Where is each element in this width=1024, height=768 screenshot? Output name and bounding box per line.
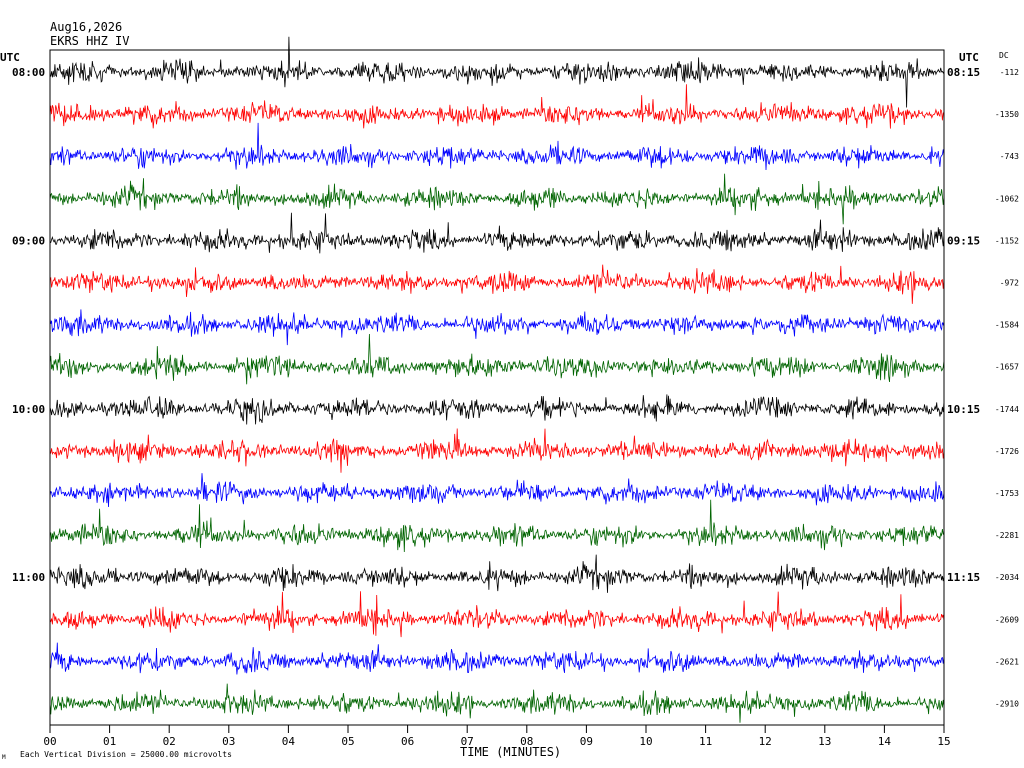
left-hour-label: 08:00 — [12, 66, 45, 79]
dc-offset-label: -1744 — [995, 405, 1019, 414]
x-tick-label: 05 — [341, 735, 354, 748]
dc-offset-label: -1753 — [995, 489, 1019, 498]
dc-offset-label: -972 — [1000, 279, 1019, 288]
dc-offset-label: -112 — [1000, 68, 1019, 77]
x-tick-label: 01 — [103, 735, 116, 748]
dc-offset-label: -2281 — [995, 531, 1019, 540]
dc-header-label: DC — [999, 51, 1009, 60]
trace-line — [49, 173, 945, 225]
x-tick-label: 15 — [937, 735, 950, 748]
trace-line — [49, 591, 945, 638]
trace-line — [49, 309, 945, 346]
dc-offset-label: -1726 — [995, 447, 1019, 456]
utc-left-label: UTC — [0, 51, 20, 64]
seismic-traces — [49, 36, 945, 723]
right-hour-label: 09:15 — [947, 234, 980, 247]
dc-offset-label: -2609 — [995, 615, 1019, 624]
corner-mark: M — [2, 754, 6, 761]
x-tick-label: 02 — [163, 735, 176, 748]
plot-frame — [49, 49, 945, 726]
trace-line — [49, 394, 945, 425]
utc-right-label: UTC — [959, 51, 979, 64]
x-tick-label: 04 — [282, 735, 296, 748]
dc-offset-label: -2621 — [995, 657, 1019, 666]
trace-line — [49, 84, 945, 129]
right-hour-label: 10:15 — [947, 403, 980, 416]
left-hour-label: 09:00 — [12, 234, 45, 247]
dc-offset-label: -743 — [1000, 152, 1019, 161]
right-hour-label: 08:15 — [947, 66, 980, 79]
trace-line — [49, 554, 945, 593]
right-hour-label: 11:15 — [947, 571, 980, 584]
dc-offset-label: -1584 — [995, 321, 1019, 330]
dc-offset-label: -1062 — [995, 194, 1019, 203]
x-tick-label: 12 — [759, 735, 772, 748]
dc-offset-label: -1350 — [995, 110, 1019, 119]
x-tick-label: 13 — [818, 735, 831, 748]
dc-offset-label: -2910 — [995, 700, 1019, 709]
x-tick-label: 10 — [639, 735, 652, 748]
trace-line — [49, 333, 945, 385]
right-hour-labels: 08:15 09:15 10:15 11:15 — [947, 66, 980, 584]
left-hour-label: 11:00 — [12, 571, 45, 584]
trace-line — [49, 642, 945, 675]
dc-offset-label: -2034 — [995, 573, 1019, 582]
trace-line — [49, 36, 945, 108]
helicorder-plot: Aug16,2026 EKRS HHZ IV UTC UTC DC 08:000… — [0, 20, 1019, 761]
trace-line — [49, 473, 945, 508]
x-tick-label: 11 — [699, 735, 712, 748]
x-axis-title: TIME (MINUTES) — [460, 745, 561, 759]
dc-offset-label: -1152 — [995, 236, 1019, 245]
station-label: EKRS HHZ IV — [50, 34, 129, 48]
trace-line — [49, 499, 945, 553]
x-tick-label: 00 — [43, 735, 56, 748]
left-hour-label: 10:00 — [12, 403, 45, 416]
trace-line — [49, 683, 945, 723]
trace-line — [49, 428, 945, 473]
trace-line — [49, 122, 945, 171]
scale-note: Each Vertical Division = 25000.00 microv… — [20, 750, 232, 759]
dc-offset-labels: -112 -1350 -743 -1062 -1152 -972 -1584 -1657 -17… — [995, 68, 1019, 709]
trace-line — [49, 212, 945, 254]
date-label: Aug16,2026 — [50, 20, 122, 34]
x-tick-label: 09 — [580, 735, 593, 748]
dc-offset-label: -1657 — [995, 363, 1019, 372]
x-tick-label: 06 — [401, 735, 414, 748]
left-hour-labels: 08:00 09:00 10:00 11:00 — [12, 66, 45, 584]
x-tick-label: 03 — [222, 735, 235, 748]
trace-line — [49, 264, 945, 304]
x-tick-label: 14 — [878, 735, 892, 748]
